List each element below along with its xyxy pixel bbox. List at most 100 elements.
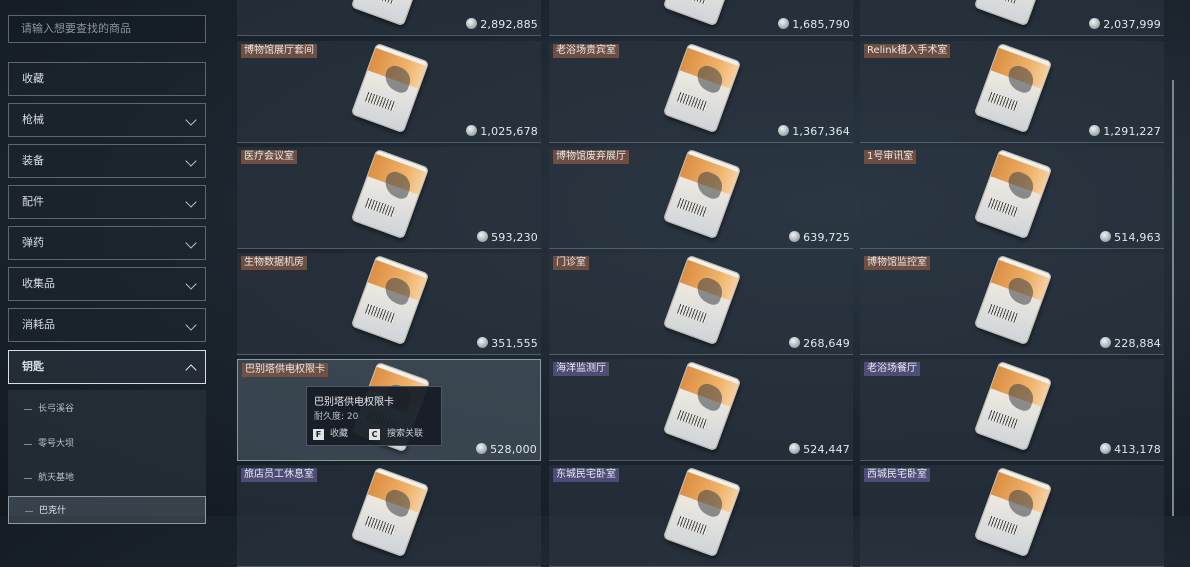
item-cell[interactable]: 老浴场餐厅 413,178 [860,359,1164,461]
coin-icon [778,125,790,136]
item-cell[interactable]: 博物馆监控室 228,884 [860,253,1164,355]
keycard-image [974,0,1052,26]
scrollbar[interactable] [1172,80,1174,516]
item-cell[interactable]: 生物数据机房 351,555 [237,253,541,355]
item-cell[interactable]: 门诊室 268,649 [549,253,853,355]
tooltip-favorite-action[interactable]: 收藏 [330,429,348,440]
subcategory-label: 零号大坝 [38,439,75,449]
coin-icon [1089,125,1101,136]
item-name-tag: 海洋监测厅 [553,362,609,376]
item-price: 639,725 [789,231,850,244]
item-cell[interactable]: 1号审讯室 514,963 [860,147,1164,249]
keycard-image [351,467,429,557]
subcategory-item[interactable]: 航天基地 [8,464,206,492]
category-ammo[interactable]: 弹药 [8,226,206,260]
tooltip-item-name: 巴别塔供电权限卡 [314,397,394,408]
item-name-tag: 博物馆废弃展厅 [553,150,629,164]
item-name-tag: 博物馆监控室 [864,256,930,270]
subcategory-label: 巴克什 [39,506,67,516]
item-cell[interactable]: 1,685,790 [549,0,853,36]
item-price: 593,230 [477,231,538,244]
item-name-tag: 博物馆展厅套间 [241,44,317,58]
item-cell[interactable]: 海洋监测厅 524,447 [549,359,853,461]
item-cell[interactable]: Relink植入手术室 1,291,227 [860,41,1164,143]
category-label: 配件 [22,195,44,208]
item-name-tag: 东城民宅卧室 [553,468,619,482]
category-favorites[interactable]: 收藏 [8,62,206,96]
subcategory-label: 航天基地 [38,473,75,483]
keycard-image [974,361,1052,451]
key-f-icon: F [313,429,324,440]
category-label: 装备 [22,154,44,167]
coin-icon [789,443,801,454]
item-cell[interactable]: 医疗会议室 593,230 [237,147,541,249]
item-cell[interactable]: 2,892,885 [237,0,541,36]
search-box[interactable] [8,15,206,43]
item-price: 413,178 [1100,443,1161,456]
keycard-image [663,467,741,557]
coin-icon [1100,443,1112,454]
category-label: 弹药 [22,236,44,249]
category-label: 钥匙 [22,360,44,373]
item-price: 514,963 [1100,231,1161,244]
item-name-tag: 旅店员工休息室 [241,468,317,482]
coin-icon [466,18,478,29]
item-price: 524,447 [789,443,850,456]
tooltip-durability: 耐久度: 20 [314,412,359,422]
item-price: 1,685,790 [778,18,850,31]
item-cell[interactable]: 2,037,999 [860,0,1164,36]
item-price: 1,367,364 [778,125,850,138]
subcategory-item[interactable]: 零号大坝 [8,430,206,458]
item-price: 351,555 [477,337,538,350]
category-equipment[interactable]: 装备 [8,144,206,178]
chevron-down-icon [185,155,197,167]
keycard-image [663,0,741,26]
item-cell[interactable]: 博物馆展厅套间 1,025,678 [237,41,541,143]
keycard-image [663,255,741,345]
coin-icon [477,231,489,242]
item-price: 1,025,678 [466,125,538,138]
dash-icon [24,444,32,445]
item-name-tag: 1号审讯室 [864,150,917,164]
keycard-image [974,43,1052,133]
category-attachments[interactable]: 配件 [8,185,206,219]
item-tooltip: 巴别塔供电权限卡 耐久度: 20 F 收藏 C 搜索关联 [306,386,442,446]
item-name-tag: 巴别塔供电权限卡 [242,363,328,377]
item-price: 2,037,999 [1089,18,1161,31]
category-guns[interactable]: 枪械 [8,103,206,137]
category-collectibles[interactable]: 收集品 [8,267,206,301]
category-label: 收藏 [22,72,44,85]
item-cell[interactable]: 旅店员工休息室 [237,465,541,567]
chevron-down-icon [185,196,197,208]
search-input[interactable] [19,21,199,36]
keycard-image [974,467,1052,557]
keycard-image [351,255,429,345]
item-name-tag: 西城民宅卧室 [864,468,930,482]
tooltip-search-related-action[interactable]: 搜索关联 [387,429,423,440]
item-cell[interactable]: 东城民宅卧室 [549,465,853,567]
coin-icon [477,337,489,348]
category-consumables[interactable]: 消耗品 [8,308,206,342]
chevron-down-icon [185,237,197,249]
keycard-image [663,43,741,133]
subcategory-item[interactable]: 长弓溪谷 [8,395,206,423]
chevron-down-icon [185,319,197,331]
item-cell[interactable]: 西城民宅卧室 [860,465,1164,567]
item-cell[interactable]: 博物馆废弃展厅 639,725 [549,147,853,249]
chevron-down-icon [185,114,197,126]
category-sidebar: 收藏 枪械 装备 配件 弹药 收集品 消耗品 钥匙 长弓溪谷 零号大坝 航天基地 [0,0,220,524]
keycard-image [974,255,1052,345]
keycard-image [663,361,741,451]
item-price: 228,884 [1100,337,1161,350]
category-keys[interactable]: 钥匙 [8,350,206,384]
item-name-tag: 医疗会议室 [241,150,297,164]
category-label: 收集品 [22,277,55,290]
item-cell[interactable]: 老浴场贵宾室 1,367,364 [549,41,853,143]
keycard-image [351,149,429,239]
item-name-tag: Relink植入手术室 [864,44,951,58]
subcategory-item-selected[interactable]: 巴克什 [8,496,206,524]
coin-icon [1100,337,1112,348]
item-name-tag: 老浴场餐厅 [864,362,920,376]
category-label: 消耗品 [22,318,55,331]
coin-icon [778,18,790,29]
